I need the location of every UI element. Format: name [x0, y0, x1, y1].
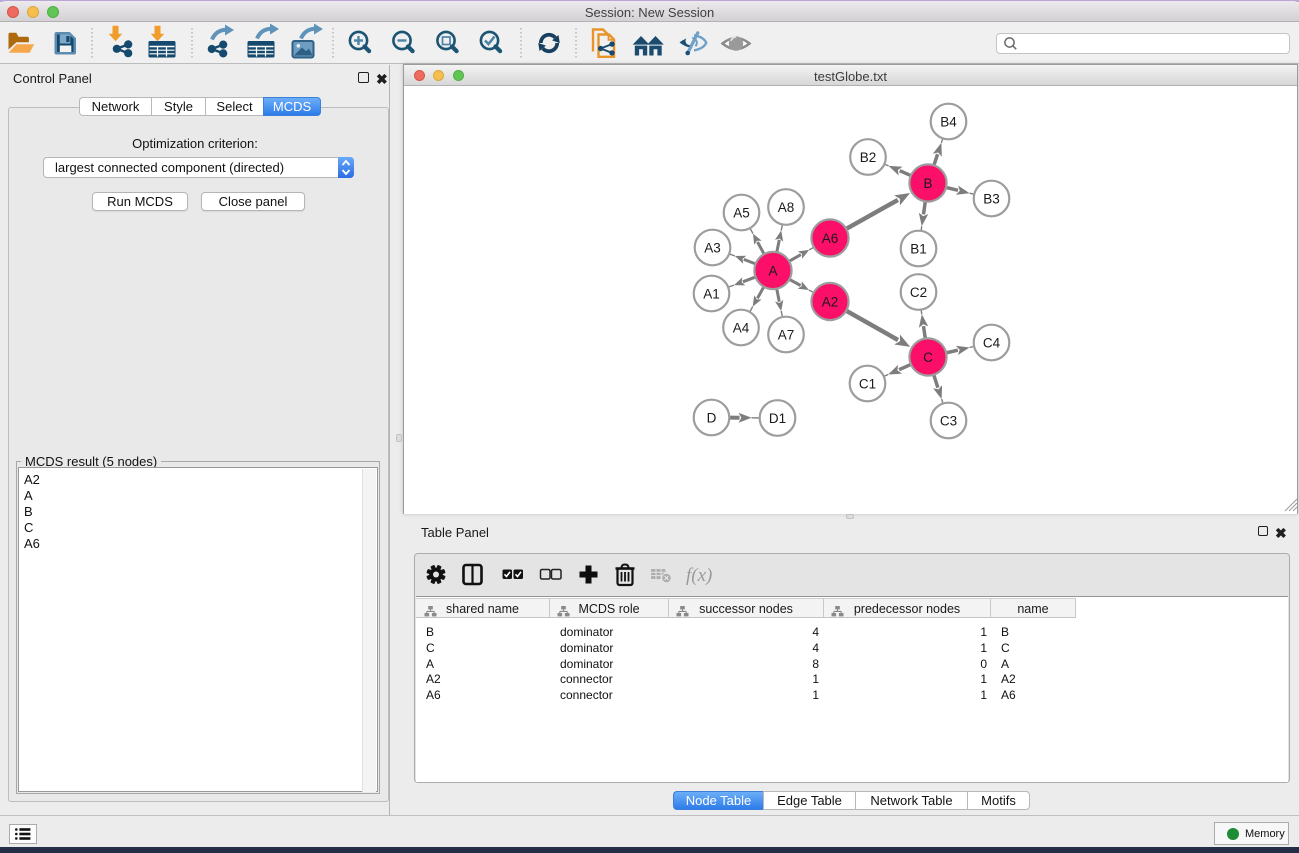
svg-text:A7: A7	[777, 327, 794, 342]
svg-text:B1: B1	[910, 241, 927, 256]
svg-text:A8: A8	[777, 199, 794, 214]
svg-text:A3: A3	[704, 240, 721, 255]
svg-text:B2: B2	[859, 149, 876, 164]
svg-text:D: D	[706, 410, 716, 425]
svg-text:B3: B3	[983, 191, 1000, 206]
svg-text:A2: A2	[821, 294, 838, 309]
svg-text:A1: A1	[703, 286, 720, 301]
svg-text:A: A	[768, 263, 777, 278]
svg-text:A4: A4	[732, 320, 749, 335]
svg-text:C1: C1	[858, 376, 875, 391]
svg-text:C3: C3	[939, 413, 956, 428]
svg-text:C: C	[923, 349, 933, 364]
svg-text:D1: D1	[768, 410, 785, 425]
svg-text:A5: A5	[733, 205, 750, 220]
svg-text:A6: A6	[821, 230, 838, 245]
svg-text:B: B	[923, 175, 932, 190]
svg-text:B4: B4	[940, 114, 957, 129]
svg-text:C2: C2	[909, 284, 926, 299]
svg-text:C4: C4	[982, 335, 1000, 350]
svg-text:f(x): f(x)	[686, 565, 712, 586]
